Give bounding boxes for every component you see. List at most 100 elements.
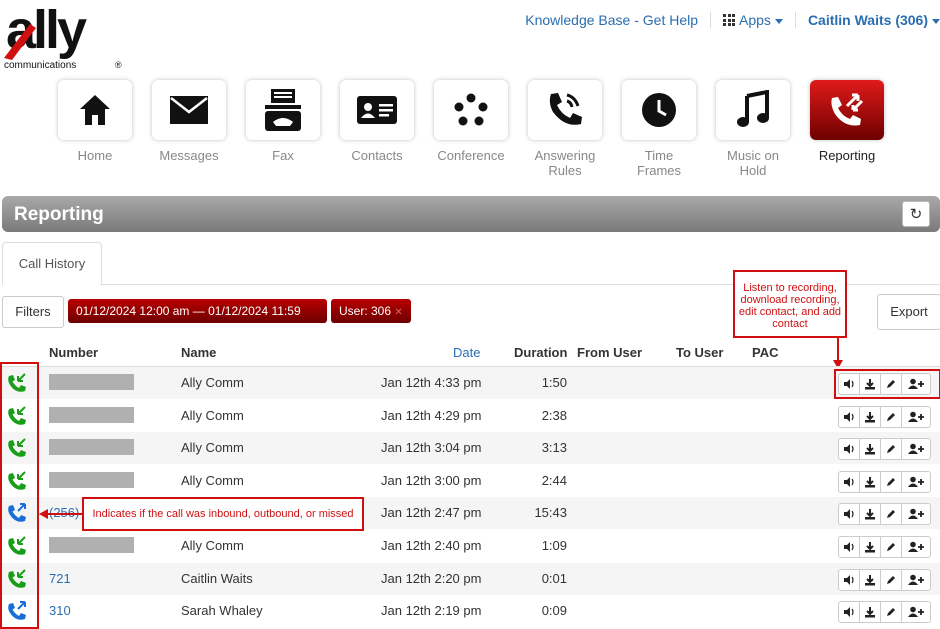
listen-recording-button[interactable] — [838, 438, 860, 461]
tile-label: Conference — [437, 148, 505, 163]
download-recording-button[interactable] — [859, 438, 881, 461]
table-row[interactable]: Ally Comm Jan 12th 4:33 pm 1:50 — [0, 367, 940, 399]
row-actions — [838, 405, 931, 428]
table-row[interactable]: Ally Comm Jan 12th 4:29 pm 2:38 — [0, 400, 940, 432]
edit-contact-button[interactable] — [880, 568, 902, 591]
tile-label: Home — [77, 148, 113, 163]
tile-fax[interactable]: Fax — [246, 80, 320, 178]
table-row[interactable]: 721 Caitlin Waits Jan 12th 2:20 pm 0:01 — [0, 562, 940, 595]
pencil-icon — [885, 443, 897, 455]
listen-recording-button[interactable] — [838, 470, 860, 493]
ally-logo[interactable]: ally communications ® — [2, 0, 132, 72]
add-user-icon — [908, 606, 924, 618]
add-contact-button[interactable] — [901, 503, 931, 526]
edit-contact-button[interactable] — [880, 601, 902, 624]
export-button[interactable]: Export — [877, 294, 940, 330]
col-name[interactable]: Name — [181, 345, 216, 360]
table-row[interactable]: Ally Comm Jan 12th 3:04 pm 3:13 — [0, 432, 940, 465]
tile-answering-rules[interactable]: Answering Rules — [528, 80, 602, 178]
listen-recording-button[interactable] — [838, 568, 860, 591]
tile-contacts[interactable]: Contacts — [340, 80, 414, 178]
speaker-icon — [843, 411, 855, 423]
caller-number[interactable]: 310 — [49, 603, 71, 618]
call-date: Jan 12th 2:20 pm — [381, 570, 482, 586]
tile-music-on-hold[interactable]: Music on Hold — [716, 80, 790, 178]
call-duration: 15:43 — [534, 505, 567, 521]
table-row[interactable]: Ally Comm Jan 12th 2:40 pm 1:09 — [0, 530, 940, 562]
add-contact-button[interactable] — [901, 438, 931, 461]
add-contact-button[interactable] — [901, 405, 931, 428]
date-range-chip[interactable]: 01/12/2024 12:00 am — 01/12/2024 11:59 p… — [68, 299, 327, 342]
listen-recording-button[interactable] — [838, 536, 860, 558]
download-recording-button[interactable] — [859, 601, 881, 624]
download-recording-button[interactable] — [859, 568, 881, 591]
filters-button[interactable]: Filters — [2, 296, 64, 328]
tile-conference[interactable]: Conference — [434, 80, 508, 178]
speaker-icon — [843, 574, 855, 586]
download-recording-button[interactable] — [859, 470, 881, 493]
caller-name: Sarah Whaley — [181, 603, 263, 619]
tile-home[interactable]: Home — [58, 80, 132, 178]
tile-messages[interactable]: Messages — [152, 80, 226, 178]
download-icon — [864, 476, 876, 488]
col-pac[interactable]: PAC — [752, 345, 778, 360]
table-row[interactable]: Ally Comm Jan 12th 3:00 pm 2:44 — [0, 465, 940, 497]
direction-highlight — [0, 362, 39, 629]
envelope-icon — [170, 96, 208, 124]
callout-arrow — [39, 509, 84, 519]
listen-recording-button[interactable] — [838, 405, 860, 428]
knowledge-base-link[interactable]: Knowledge Base - Get Help — [525, 12, 698, 28]
download-recording-button[interactable] — [859, 405, 881, 428]
col-number[interactable]: Number — [49, 345, 98, 360]
edit-contact-button[interactable] — [880, 470, 902, 493]
add-user-icon — [908, 476, 924, 488]
add-contact-button[interactable] — [901, 568, 931, 591]
speaker-icon — [843, 476, 855, 488]
caller-number[interactable]: 721 — [49, 571, 71, 586]
tile-label: Contacts — [351, 148, 403, 163]
music-icon — [737, 90, 769, 127]
call-date: Jan 12th 2:47 pm — [381, 505, 482, 521]
table-row[interactable]: 310 Sarah Whaley Jan 12th 2:19 pm 0:09 — [0, 595, 940, 627]
tile-box — [340, 80, 414, 140]
tile-box — [246, 80, 320, 140]
tab-call-history[interactable]: Call History — [2, 242, 102, 285]
redacted-number — [49, 406, 134, 423]
caller-name: Ally Comm — [181, 440, 244, 456]
col-to-user[interactable]: To User — [676, 345, 723, 360]
edit-contact-button[interactable] — [880, 438, 902, 461]
edit-contact-button[interactable] — [880, 536, 902, 558]
tile-box — [152, 80, 226, 140]
close-icon[interactable]: ✕ — [394, 307, 402, 318]
col-date[interactable]: Date — [453, 345, 480, 360]
chevron-down-icon — [932, 18, 940, 24]
listen-recording-button[interactable] — [838, 503, 860, 526]
col-duration[interactable]: Duration — [514, 345, 567, 360]
edit-contact-button[interactable] — [880, 503, 902, 526]
user-filter-chip[interactable]: User: 306 ✕ — [331, 299, 411, 323]
pencil-icon — [885, 541, 897, 553]
tile-time-frames[interactable]: Time Frames — [622, 80, 696, 178]
listen-recording-button[interactable] — [838, 601, 860, 624]
refresh-icon: ↻ — [909, 206, 923, 223]
caller-name: Ally Comm — [181, 538, 244, 553]
app-tiles: Home Messages Fax Contacts Conference An… — [58, 80, 904, 178]
add-contact-button[interactable] — [901, 536, 931, 558]
tile-label: Time Frames — [636, 148, 682, 178]
add-contact-button[interactable] — [901, 470, 931, 493]
pencil-icon — [885, 606, 897, 618]
tile-label: Fax — [272, 148, 294, 163]
edit-contact-button[interactable] — [880, 405, 902, 428]
tile-reporting[interactable]: Reporting — [810, 80, 884, 178]
download-recording-button[interactable] — [859, 536, 881, 558]
phone-arrows-icon — [831, 93, 864, 126]
user-menu[interactable]: Caitlin Waits (306) — [808, 12, 940, 28]
apps-menu[interactable]: Apps — [723, 12, 783, 28]
col-from-user[interactable]: From User — [577, 345, 642, 360]
redacted-number — [49, 439, 134, 456]
add-contact-button[interactable] — [901, 601, 931, 624]
refresh-button[interactable]: ↻ — [902, 201, 930, 227]
speaker-icon — [843, 541, 855, 553]
call-duration: 1:50 — [541, 375, 567, 390]
download-recording-button[interactable] — [859, 503, 881, 526]
